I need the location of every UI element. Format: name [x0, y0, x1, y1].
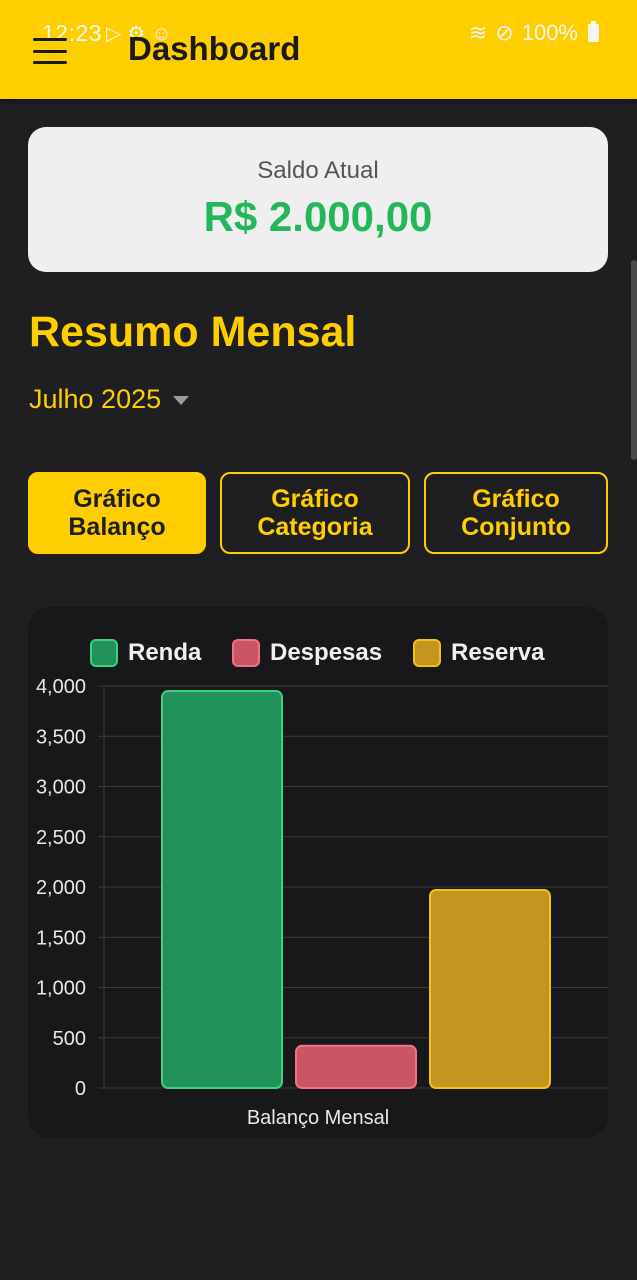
app-bar: 12:23 ▷ ⚙ ☺ ≋ ⊘ 100% Dashboard — [0, 0, 637, 99]
y-tick-label: 1,000 — [36, 978, 86, 1000]
chevron-down-icon — [173, 396, 190, 405]
status-right: ≋ ⊘ 100% — [469, 20, 599, 46]
page-title: Dashboard — [128, 30, 301, 67]
y-tick-label: 500 — [53, 1028, 86, 1050]
bar-despesas[interactable] — [295, 1044, 417, 1090]
hamburger-menu-icon[interactable] — [33, 38, 67, 64]
balance-card: Saldo Atual R$ 2.000,00 — [28, 127, 608, 272]
y-tick-label: 0 — [75, 1078, 86, 1100]
x-category-label: Balanço Mensal — [246, 1107, 390, 1129]
tab-grafico-categoria[interactable]: Gráfico Categoria — [220, 472, 410, 554]
battery-percent: 100% — [521, 20, 578, 45]
play-store-icon: ▷ — [106, 23, 122, 45]
y-tick-label: 2,000 — [36, 877, 86, 899]
tab-grafico-conjunto[interactable]: Gráfico Conjunto — [424, 472, 608, 554]
bar-reserva[interactable] — [429, 889, 551, 1090]
section-title: Resumo Mensal — [29, 308, 357, 356]
y-tick-label: 3,000 — [36, 777, 86, 799]
chart-card: Renda Despesas Reserva 4,000 3,500 3,000 2,… — [28, 607, 608, 1138]
tab-grafico-balanco[interactable]: Gráfico Balanço — [28, 472, 206, 554]
scrollbar[interactable] — [631, 260, 637, 460]
do-not-disturb-icon: ⊘ — [495, 20, 514, 45]
bar-chart: 4,000 3,500 3,000 2,500 2,000 1,500 1,000 500 0 — [36, 676, 608, 1100]
wifi-icon: ≋ — [468, 20, 488, 45]
month-dropdown[interactable]: Julho 2025 — [29, 384, 190, 415]
y-tick-label: 2,500 — [36, 827, 86, 849]
month-value: Julho 2025 — [29, 384, 162, 414]
battery-icon — [588, 21, 599, 42]
y-tick-label: 4,000 — [36, 676, 86, 698]
y-tick-label: 3,500 — [36, 726, 86, 748]
balance-value: R$ 2.000,00 — [203, 193, 433, 240]
bar-renda[interactable] — [161, 690, 283, 1090]
balance-label: Saldo Atual — [257, 157, 379, 184]
y-tick-label: 1,500 — [36, 927, 86, 949]
